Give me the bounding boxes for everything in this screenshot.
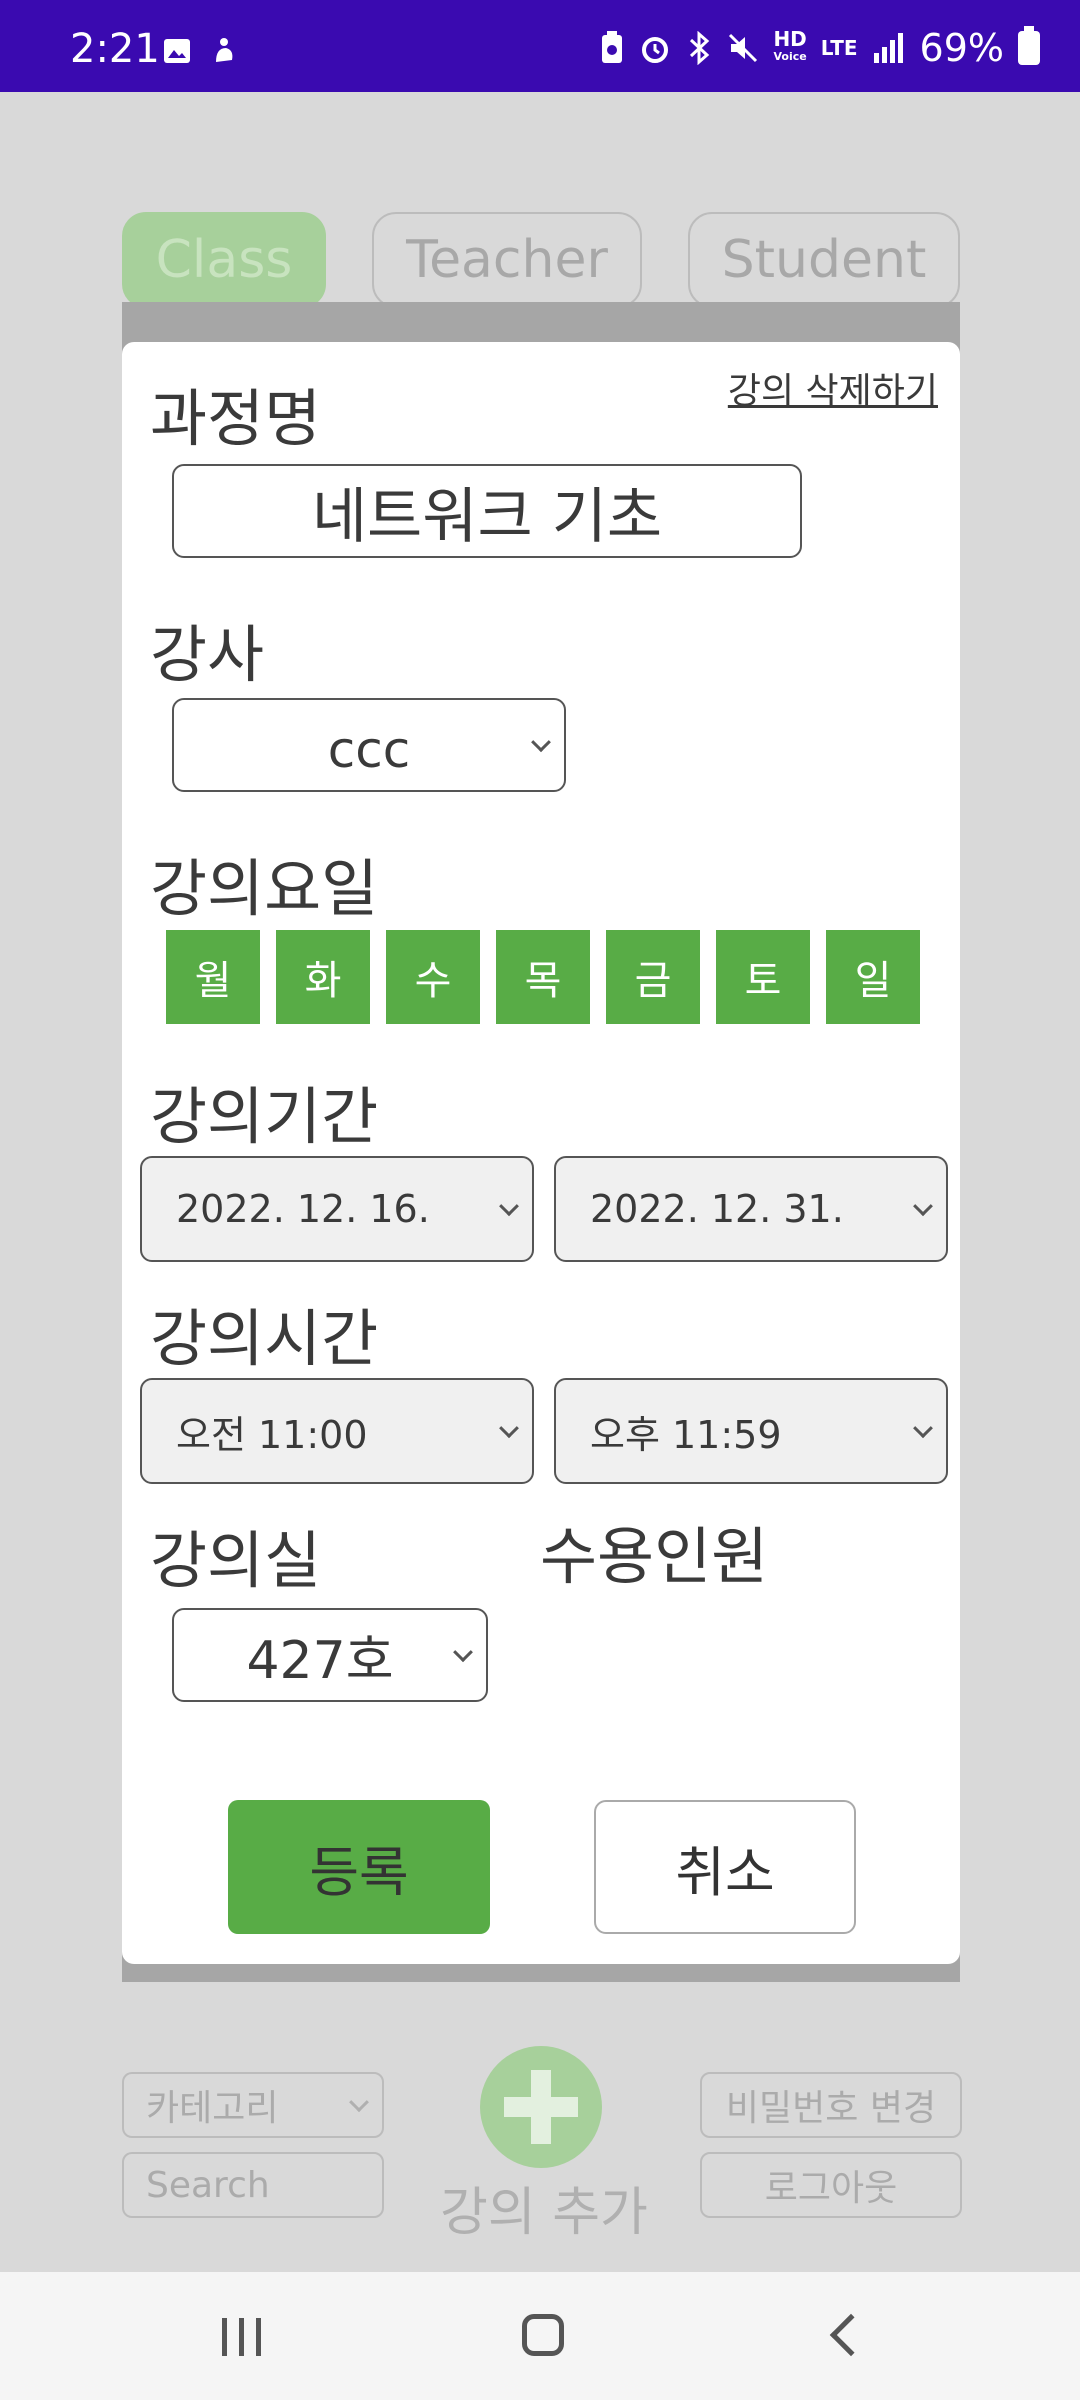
- mute-icon: [729, 33, 758, 63]
- chevron-down-icon: [499, 1418, 519, 1439]
- chevron-down-icon: [349, 2092, 369, 2113]
- image-icon: [164, 39, 190, 63]
- end-time-picker[interactable]: 오후 11:59: [554, 1378, 948, 1484]
- day-toggle-tue[interactable]: 화: [276, 930, 370, 1024]
- search-input[interactable]: Search: [122, 2152, 384, 2218]
- category-label: 카테고리: [146, 2088, 279, 2129]
- battery-percent: 69%: [919, 26, 1004, 70]
- chevron-down-icon: [913, 1418, 933, 1439]
- day-toggle-thu[interactable]: 목: [496, 930, 590, 1024]
- days-label: 강의요일: [150, 852, 379, 925]
- add-class-button[interactable]: [480, 2046, 602, 2168]
- cancel-button[interactable]: 취소: [594, 1800, 856, 1934]
- hd-voice-indicator: HD Voice: [773, 27, 807, 63]
- accessibility-icon: [216, 38, 233, 62]
- lte-indicator: LTE: [820, 36, 858, 60]
- battery-saver-icon: [602, 31, 623, 63]
- recent-apps-icon[interactable]: [222, 2318, 261, 2356]
- alarm-icon: [642, 37, 669, 63]
- system-nav-bar: [0, 2272, 1080, 2400]
- delete-class-link[interactable]: 강의 삭제하기: [728, 362, 938, 414]
- chevron-down-icon: [531, 732, 551, 753]
- home-icon[interactable]: [522, 2314, 564, 2356]
- capacity-label: 수용인원: [540, 1520, 769, 1593]
- change-password-button[interactable]: 비밀번호 변경: [700, 2072, 962, 2138]
- room-value: 427호: [246, 1630, 394, 1691]
- status-bar: 2:21 HD Voice LTE 69%: [0, 0, 1080, 92]
- period-label: 강의기간: [150, 1080, 379, 1153]
- day-toggle-wed[interactable]: 수: [386, 930, 480, 1024]
- chevron-down-icon: [453, 1642, 473, 1663]
- day-toggle-group: 월 화 수 목 금 토 일: [166, 930, 920, 1024]
- register-button[interactable]: 등록: [228, 1800, 490, 1934]
- start-date-value: 2022. 12. 16.: [176, 1187, 430, 1231]
- tab-class[interactable]: Class: [122, 212, 326, 308]
- room-label: 강의실: [150, 1524, 322, 1597]
- chevron-down-icon: [499, 1196, 519, 1217]
- teacher-value: ccc: [327, 721, 411, 779]
- tab-teacher[interactable]: Teacher: [372, 212, 642, 308]
- category-select[interactable]: 카테고리: [122, 2072, 384, 2138]
- tab-student[interactable]: Student: [688, 212, 960, 308]
- battery-icon: [1018, 26, 1040, 65]
- chevron-down-icon: [913, 1196, 933, 1217]
- signal-icon: [873, 33, 903, 63]
- logout-button[interactable]: 로그아웃: [700, 2152, 962, 2218]
- teacher-select[interactable]: ccc: [172, 698, 566, 792]
- end-time-value: 오후 11:59: [590, 1412, 782, 1457]
- status-indicators: HD Voice LTE 69%: [599, 26, 1040, 70]
- course-label: 과정명: [150, 382, 322, 455]
- day-toggle-fri[interactable]: 금: [606, 930, 700, 1024]
- start-time-picker[interactable]: 오전 11:00: [140, 1378, 534, 1484]
- back-icon[interactable]: [829, 2313, 873, 2357]
- time-label: 강의시간: [150, 1302, 379, 1375]
- end-date-value: 2022. 12. 31.: [590, 1187, 844, 1231]
- day-toggle-sun[interactable]: 일: [826, 930, 920, 1024]
- edit-class-dialog: 강의 삭제하기 과정명 네트워크 기초 강사 ccc 강의요일 월 화 수 목 …: [122, 342, 960, 1964]
- day-toggle-mon[interactable]: 월: [166, 930, 260, 1024]
- start-time-value: 오전 11:00: [176, 1412, 368, 1457]
- day-toggle-sat[interactable]: 토: [716, 930, 810, 1024]
- end-date-picker[interactable]: 2022. 12. 31.: [554, 1156, 948, 1262]
- start-date-picker[interactable]: 2022. 12. 16.: [140, 1156, 534, 1262]
- teacher-label: 강사: [150, 618, 265, 691]
- course-name-field[interactable]: 네트워크 기초: [172, 464, 802, 558]
- status-time: 2:21: [70, 26, 160, 72]
- add-class-label: 강의 추가: [440, 2183, 648, 2243]
- bluetooth-icon: [690, 31, 710, 65]
- room-select[interactable]: 427호: [172, 1608, 488, 1702]
